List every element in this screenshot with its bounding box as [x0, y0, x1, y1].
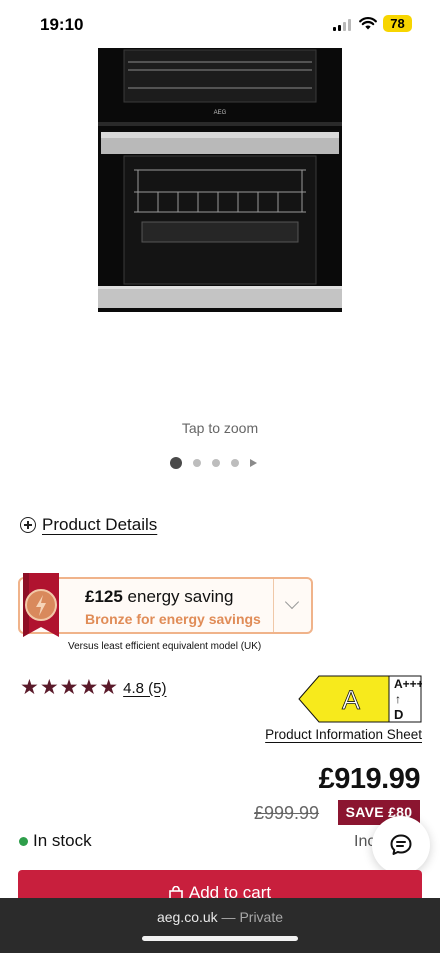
energy-saving-note: Versus least efficient equivalent model …: [68, 641, 262, 652]
energy-scale-arrow: ↑: [395, 692, 401, 706]
browser-address-bar[interactable]: aeg.co.uk — Private: [0, 898, 440, 953]
rating-value-link[interactable]: 4.8 (5): [123, 680, 166, 697]
plus-circle-icon: [20, 517, 36, 533]
stock-status: In stock: [19, 831, 92, 851]
play-icon[interactable]: [250, 459, 257, 467]
rating[interactable]: ★★★★★ 4.8 (5): [20, 677, 167, 699]
carousel-dot-1[interactable]: [170, 457, 182, 469]
in-stock-dot-icon: [19, 836, 28, 846]
product-details-label: Product Details: [42, 515, 158, 534]
chat-button[interactable]: [372, 816, 430, 874]
energy-saving-tier: Bronze for energy savings: [85, 611, 261, 627]
signal-icon: [333, 19, 353, 31]
product-details-toggle[interactable]: Product Details: [20, 515, 157, 535]
wifi-icon: [359, 17, 377, 30]
previous-price: £999.99: [254, 803, 320, 823]
product-information-sheet-link[interactable]: Product Information Sheet: [265, 727, 422, 742]
chat-icon: [390, 834, 412, 855]
energy-class-letter: A: [342, 685, 360, 715]
product-image[interactable]: AEG: [98, 48, 342, 312]
battery-indicator: 78: [383, 15, 412, 32]
carousel-dot-2[interactable]: [193, 459, 201, 467]
stock-label: In stock: [33, 831, 92, 850]
energy-class-label[interactable]: A A+++ ↑ D: [297, 675, 422, 723]
image-carousel-dots[interactable]: [170, 456, 257, 470]
energy-saving-amount: £125 energy saving: [85, 587, 234, 606]
energy-scale-bottom: D: [394, 707, 403, 722]
status-time: 19:10: [40, 15, 84, 34]
svg-text:AEG: AEG: [214, 110, 227, 116]
energy-scale-top: A+++: [394, 677, 422, 691]
carousel-dot-3[interactable]: [212, 459, 220, 467]
carousel-dot-4[interactable]: [231, 459, 239, 467]
browser-url[interactable]: aeg.co.uk — Private: [0, 909, 440, 925]
home-indicator[interactable]: [142, 936, 298, 941]
status-bar: 19:10 78: [0, 0, 440, 48]
current-price: £919.99: [318, 763, 421, 795]
bronze-ribbon-icon: [23, 573, 59, 637]
chevron-down-icon[interactable]: [273, 579, 311, 632]
tap-to-zoom-hint: Tap to zoom: [181, 420, 259, 436]
star-rating-icons: ★★★★★: [20, 676, 120, 699]
